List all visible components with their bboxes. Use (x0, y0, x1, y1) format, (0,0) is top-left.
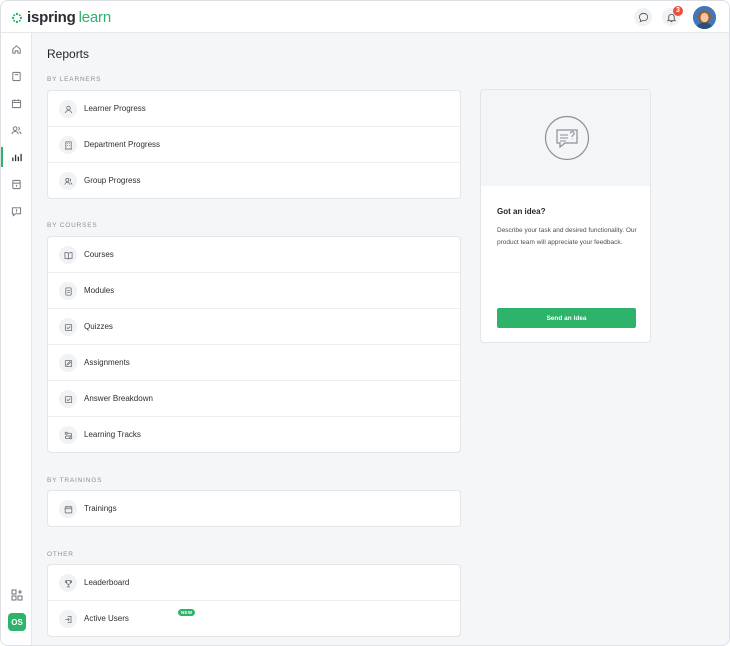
section-label-by-trainings: BY TRAININGS (47, 477, 103, 484)
row-label: Trainings (84, 504, 117, 513)
send-idea-button[interactable]: Send an Idea (497, 308, 636, 328)
report-row-trainings[interactable]: Trainings (48, 491, 460, 527)
feedback-icon (11, 206, 22, 217)
logo-text-learn: learn (78, 9, 112, 26)
sidebar-nav: OS (1, 33, 32, 645)
report-row-assignments[interactable]: Assignments (48, 345, 460, 381)
reports-card-other: Leaderboard Active Users NEW (47, 564, 461, 637)
idea-description: Describe your task and desired functiona… (497, 227, 637, 246)
sidebar-item-home[interactable] (1, 37, 32, 61)
report-row-active-users[interactable]: Active Users NEW (48, 601, 460, 637)
row-label: Learner Progress (84, 104, 146, 113)
new-badge: NEW (178, 609, 196, 616)
row-label: Courses (84, 250, 114, 259)
user-icon (59, 100, 77, 118)
edit-icon (59, 354, 77, 372)
idea-illustration (481, 90, 650, 186)
login-icon (59, 610, 77, 628)
users-icon (11, 125, 22, 134)
idea-card: Got an idea? Describe your task and desi… (480, 89, 651, 343)
chat-icon (638, 12, 648, 22)
report-row-learner-progress[interactable]: Learner Progress (48, 91, 460, 127)
checkbox-icon (59, 318, 77, 336)
document-icon (59, 282, 77, 300)
report-row-answer-breakdown[interactable]: Answer Breakdown (48, 381, 460, 417)
report-row-group-progress[interactable]: Group Progress (48, 163, 460, 199)
sidebar-item-users[interactable] (1, 118, 32, 142)
report-row-modules[interactable]: Modules (48, 273, 460, 309)
user-initials-badge[interactable]: OS (8, 613, 26, 631)
page-title: Reports (47, 47, 90, 61)
building-icon (59, 136, 77, 154)
report-row-leaderboard[interactable]: Leaderboard (48, 565, 460, 601)
logo-text: ispring (27, 9, 76, 26)
row-label: Quizzes (84, 322, 113, 331)
section-label-by-learners: BY LEARNERS (47, 76, 102, 83)
idea-chat-icon (544, 115, 589, 161)
notification-count-badge: 3 (673, 6, 683, 16)
section-label-other: OTHER (47, 551, 74, 558)
chat-button[interactable] (634, 8, 652, 26)
route-icon (59, 426, 77, 444)
logo-icon (11, 12, 23, 23)
row-label: Leaderboard (84, 578, 130, 587)
book-icon (12, 71, 21, 81)
avatar-image (693, 6, 716, 29)
sidebar-item-archive[interactable] (1, 172, 32, 196)
reports-card-by-trainings: Trainings (47, 490, 461, 527)
reports-card-by-courses: Courses Modules Quizzes Assignments Answ… (47, 236, 461, 453)
report-row-quizzes[interactable]: Quizzes (48, 309, 460, 345)
row-label: Answer Breakdown (84, 394, 153, 403)
row-label: Modules (84, 286, 115, 295)
section-label-by-courses: BY COURSES (47, 222, 98, 229)
ispring-logo[interactable]: ispring learn (11, 9, 111, 26)
reports-card-by-learners: Learner Progress Department Progress Gro… (47, 90, 461, 199)
app-window: ispring learn 3 OS Reports BY LEARNERS L… (0, 0, 730, 646)
home-icon (12, 44, 21, 54)
row-label: Assignments (84, 358, 130, 367)
checkbox-icon (59, 390, 77, 408)
sidebar-item-feedback[interactable] (1, 199, 32, 223)
report-row-courses[interactable]: Courses (48, 237, 460, 273)
row-label: Active Users (84, 614, 129, 623)
sidebar-item-add-widget[interactable] (1, 583, 32, 607)
apps-add-icon (11, 589, 22, 601)
group-icon (59, 172, 77, 190)
calendar-icon (11, 98, 22, 108)
top-bar: ispring learn 3 (1, 1, 729, 33)
sidebar-item-calendar[interactable] (1, 91, 32, 115)
trophy-icon (59, 574, 77, 592)
user-avatar[interactable] (693, 6, 716, 29)
report-row-department-progress[interactable]: Department Progress (48, 127, 460, 163)
idea-title: Got an idea? (497, 207, 546, 216)
reports-icon (12, 153, 22, 161)
sidebar-item-library[interactable] (1, 64, 32, 88)
calendar-icon (59, 500, 77, 518)
report-row-learning-tracks[interactable]: Learning Tracks (48, 417, 460, 453)
row-label: Department Progress (84, 140, 161, 149)
row-label: Learning Tracks (84, 430, 141, 439)
row-label: Group Progress (84, 176, 141, 185)
archive-icon (12, 179, 21, 189)
book-open-icon (59, 246, 77, 264)
sidebar-item-reports[interactable] (1, 145, 32, 169)
